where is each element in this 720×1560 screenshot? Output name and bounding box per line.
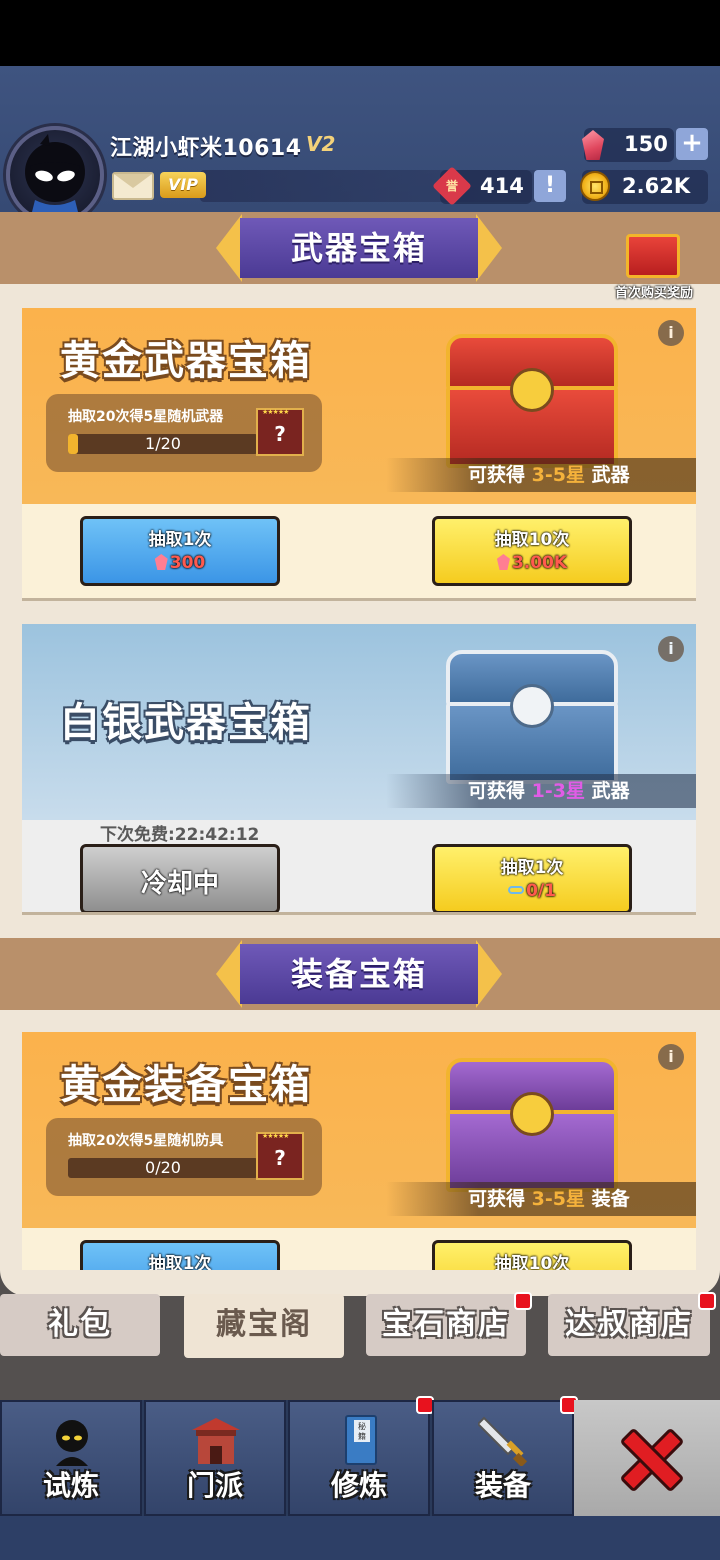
first-purchase-reward[interactable]: 首次购买奖励	[608, 232, 700, 302]
nav-cultivation[interactable]: 秘 籍 修炼	[288, 1400, 430, 1516]
gem-counter: 150	[582, 128, 674, 162]
draw-once-button[interactable]: 抽取1次	[80, 1240, 280, 1270]
info-icon[interactable]: i	[658, 1044, 684, 1070]
milestone-reward-icon[interactable]: ★★★★★ ?	[256, 1132, 304, 1180]
draw-once-button[interactable]: 抽取1次 300	[80, 516, 280, 586]
status-bar	[0, 0, 720, 66]
milestone-text: 抽取20次得5星随机武器	[68, 409, 224, 425]
purple-chest-icon	[436, 1048, 628, 1198]
progress-bar: 0/20	[68, 1158, 258, 1178]
notice-button[interactable]: !	[534, 170, 566, 202]
equipment-section-banner: 装备宝箱	[216, 940, 502, 1008]
milestone-reward-icon[interactable]: ★★★★★ ?	[256, 408, 304, 456]
chest-icon	[626, 234, 680, 278]
tab-gift-pack[interactable]: 礼包	[0, 1294, 160, 1356]
info-icon[interactable]: i	[658, 636, 684, 662]
card-title: 黄金武器宝箱	[60, 338, 312, 384]
sword-icon	[478, 1416, 528, 1466]
coin-icon	[580, 171, 610, 201]
add-gems-button[interactable]: +	[676, 128, 708, 160]
card-title: 白银武器宝箱	[60, 700, 312, 746]
coin-value: 2.62K	[622, 174, 691, 198]
milestone-progress: 抽取20次得5星随机武器 1/20 ★★★★★ ?	[46, 394, 322, 472]
notification-badge	[698, 1292, 716, 1310]
book-label-bottom: 籍	[358, 1431, 366, 1441]
gem-value: 150	[624, 132, 668, 156]
cloud-divider	[0, 1270, 720, 1296]
tab-treasure-pavilion[interactable]: 藏宝阁	[184, 1294, 344, 1358]
progress-count: 0/20	[145, 1158, 181, 1177]
silver-weapon-chest-card: i 白银武器宝箱 可获得 1-3星 武器 下次免费:22:42:12 冷却中 抽…	[22, 624, 696, 912]
v-level: V2	[306, 132, 336, 156]
cooldown-button[interactable]: 冷却中	[80, 844, 280, 912]
milestone-progress: 抽取20次得5星随机防具 0/20 ★★★★★ ?	[46, 1118, 322, 1196]
progress-count: 1/20	[145, 434, 181, 453]
treasure-scroll-area[interactable]: 武器宝箱 首次购买奖励 i 黄金武器宝箱 抽取20次得5星随机武器 1/20 ★…	[0, 212, 720, 1270]
first-purchase-label: 首次购买奖励	[614, 286, 693, 301]
free-timer: 下次免费:22:42:12	[100, 825, 260, 845]
nav-close[interactable]	[574, 1400, 720, 1516]
key-icon	[508, 886, 525, 894]
weapon-section-banner: 武器宝箱	[216, 214, 502, 282]
draw-ten-button[interactable]: 抽取10次	[432, 1240, 632, 1270]
nav-footer	[0, 1516, 720, 1560]
honor-value: 414	[480, 174, 524, 198]
player-name: 江湖小虾米10614	[110, 136, 302, 161]
tab-dashu-shop[interactable]: 达叔商店	[548, 1294, 710, 1356]
gold-equipment-chest-card: i 黄金装备宝箱 抽取20次得5星随机防具 0/20 ★★★★★ ? 可获得 3…	[22, 1032, 696, 1270]
mail-icon[interactable]	[112, 172, 154, 200]
book-label-top: 秘	[358, 1421, 366, 1431]
temple-icon	[192, 1418, 240, 1464]
nav-sect[interactable]: 门派	[144, 1400, 286, 1516]
draw-once-key-button[interactable]: 抽取1次 0/1	[432, 844, 632, 912]
gold-weapon-chest-card: i 黄金武器宝箱 抽取20次得5星随机武器 1/20 ★★★★★ ? 可获得 3…	[22, 308, 696, 598]
close-icon[interactable]	[620, 1428, 676, 1484]
gold-chest-icon	[436, 324, 628, 474]
progress-bar: 1/20	[68, 434, 258, 454]
gem-icon	[154, 554, 168, 570]
notification-badge	[514, 1292, 532, 1310]
milestone-text: 抽取20次得5星随机防具	[68, 1133, 224, 1149]
nav-trial[interactable]: 试炼	[0, 1400, 142, 1516]
book-icon: 秘 籍	[345, 1415, 377, 1465]
gain-info: 可获得 3-5星 装备	[386, 1182, 696, 1216]
section-title: 武器宝箱	[240, 218, 478, 278]
section-title: 装备宝箱	[240, 944, 478, 1004]
card-title: 黄金装备宝箱	[60, 1062, 312, 1108]
gain-info: 可获得 1-3星 武器	[386, 774, 696, 808]
avatar[interactable]	[6, 126, 104, 224]
nav-equipment[interactable]: 装备	[432, 1400, 574, 1516]
vip-badge[interactable]: VIP	[160, 172, 206, 198]
info-icon[interactable]: i	[658, 320, 684, 346]
silver-chest-icon	[436, 640, 628, 790]
gain-info: 可获得 3-5星 武器	[386, 458, 696, 492]
draw-ten-button[interactable]: 抽取10次 3.00K	[432, 516, 632, 586]
bottom-nav: 试炼 门派 秘 籍 修炼 装备	[0, 1396, 720, 1560]
gem-icon	[582, 130, 604, 160]
ninja-icon	[56, 1420, 88, 1466]
tab-gem-shop[interactable]: 宝石商店	[366, 1294, 526, 1356]
ninja-avatar-icon	[25, 134, 85, 220]
shop-tabs: 礼包 藏宝阁 宝石商店 达叔商店	[0, 1270, 720, 1400]
gem-icon	[496, 554, 510, 570]
honor-icon: 誉	[432, 166, 472, 206]
